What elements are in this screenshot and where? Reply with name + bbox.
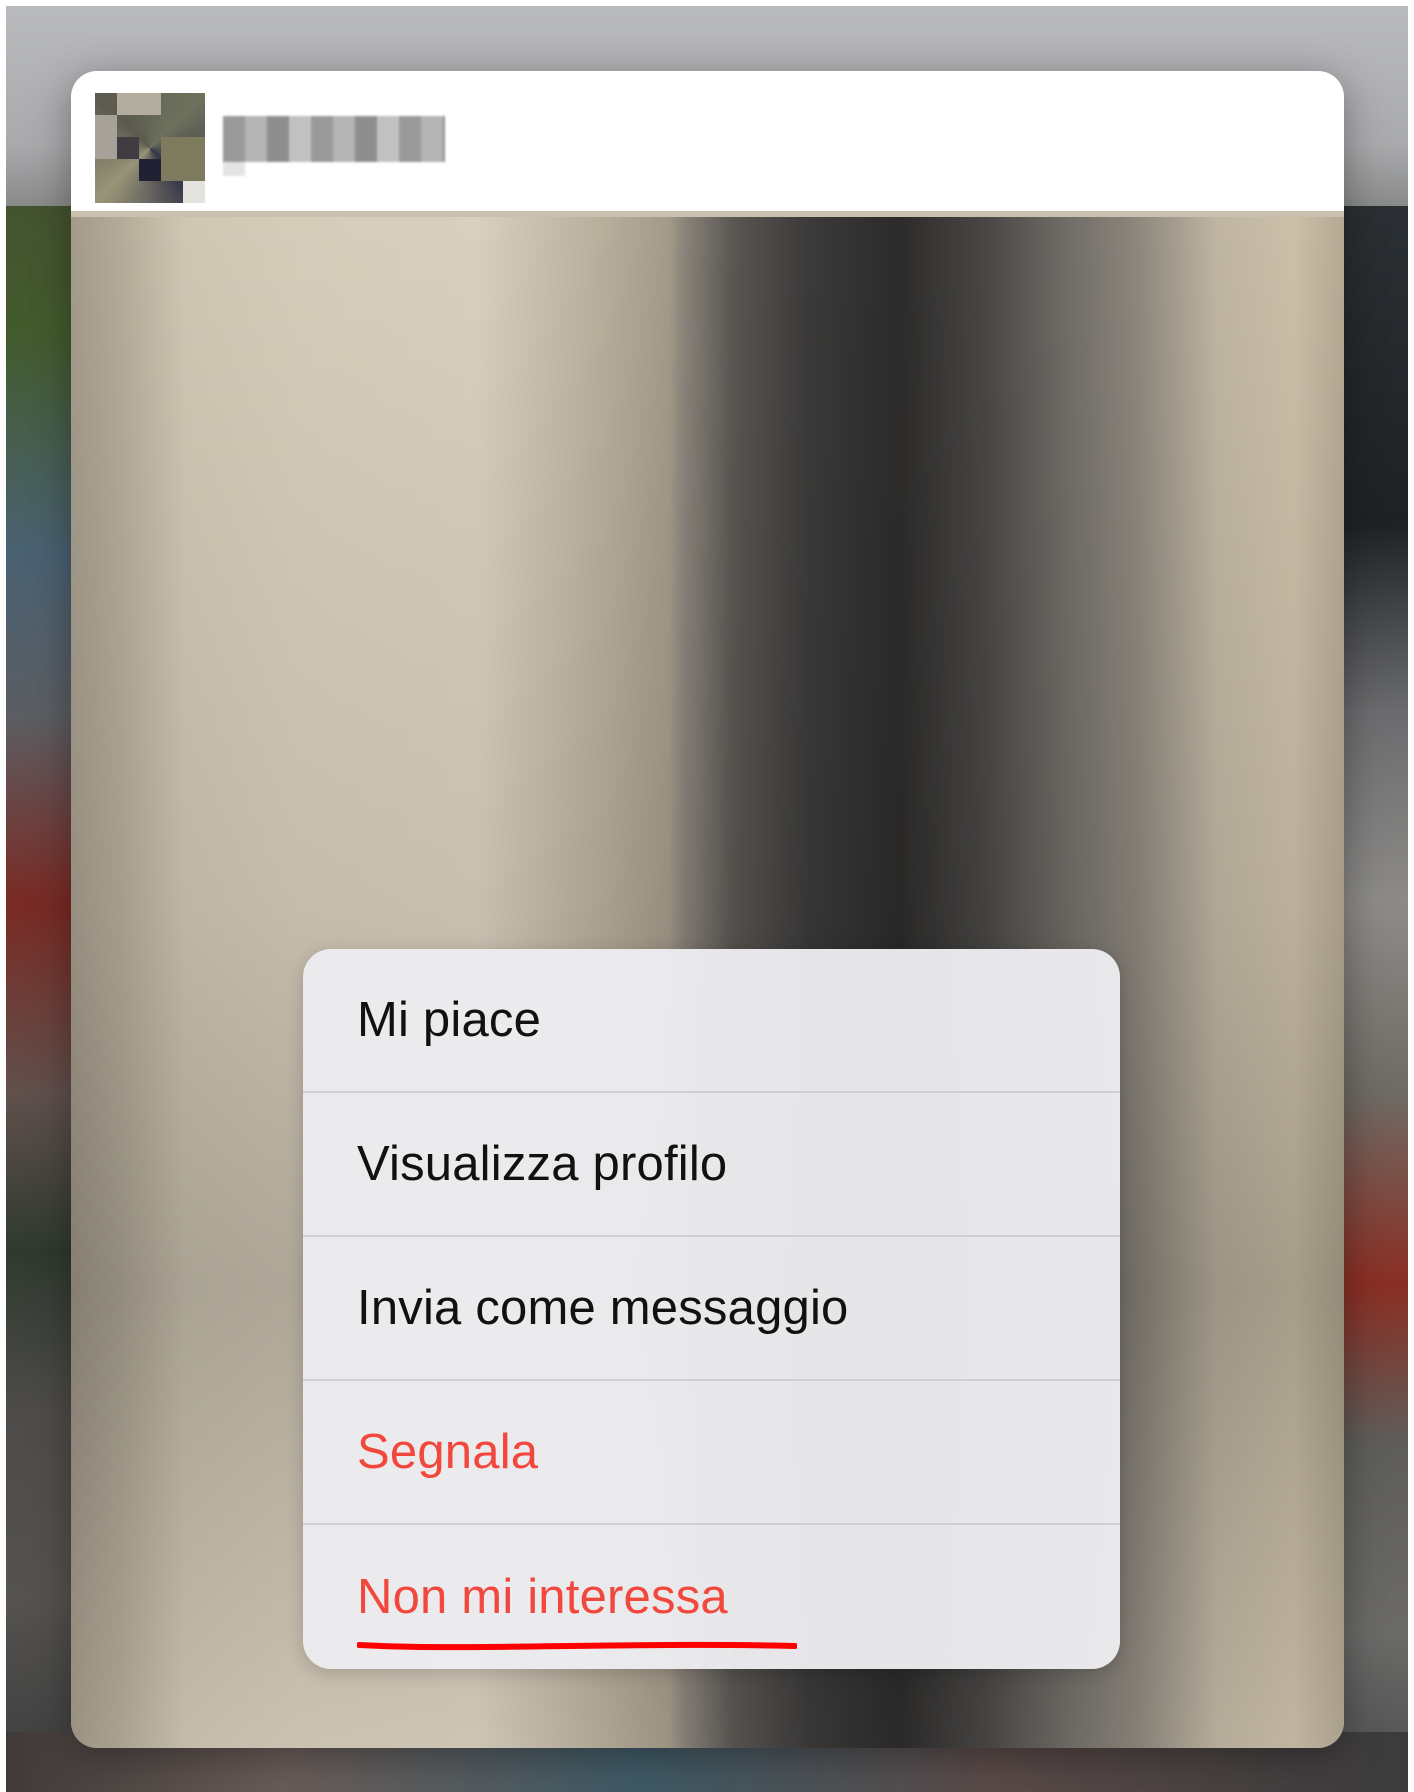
avatar-pixel — [117, 93, 161, 115]
menu-item-send-as-message[interactable]: Invia come messaggio — [303, 1237, 1120, 1381]
menu-item-label: Segnala — [357, 1425, 539, 1479]
screen: Mi piace Visualizza profilo Invia come m… — [6, 6, 1408, 1792]
avatar[interactable] — [95, 93, 205, 203]
post-header — [71, 71, 1344, 217]
menu-item-label: Invia come messaggio — [357, 1281, 849, 1335]
menu-item-label: Mi piace — [357, 993, 542, 1047]
blurred-background-left — [6, 206, 78, 1792]
blurred-background-right — [1336, 206, 1408, 1792]
pixelated-username[interactable] — [223, 116, 445, 176]
menu-item-not-interested[interactable]: Non mi interessa — [303, 1525, 1120, 1669]
avatar-pixel — [161, 137, 205, 181]
context-menu: Mi piace Visualizza profilo Invia come m… — [303, 949, 1120, 1669]
avatar-pixel — [117, 137, 139, 159]
avatar-pixel — [139, 159, 161, 181]
menu-item-report[interactable]: Segnala — [303, 1381, 1120, 1525]
menu-item-label: Non mi interessa — [357, 1570, 728, 1624]
avatar-pixel — [183, 181, 205, 203]
red-underline-annotation — [357, 1641, 797, 1651]
avatar-pixel — [95, 115, 117, 159]
menu-item-label: Visualizza profilo — [357, 1137, 728, 1191]
menu-item-like[interactable]: Mi piace — [303, 949, 1120, 1093]
menu-item-view-profile[interactable]: Visualizza profilo — [303, 1093, 1120, 1237]
